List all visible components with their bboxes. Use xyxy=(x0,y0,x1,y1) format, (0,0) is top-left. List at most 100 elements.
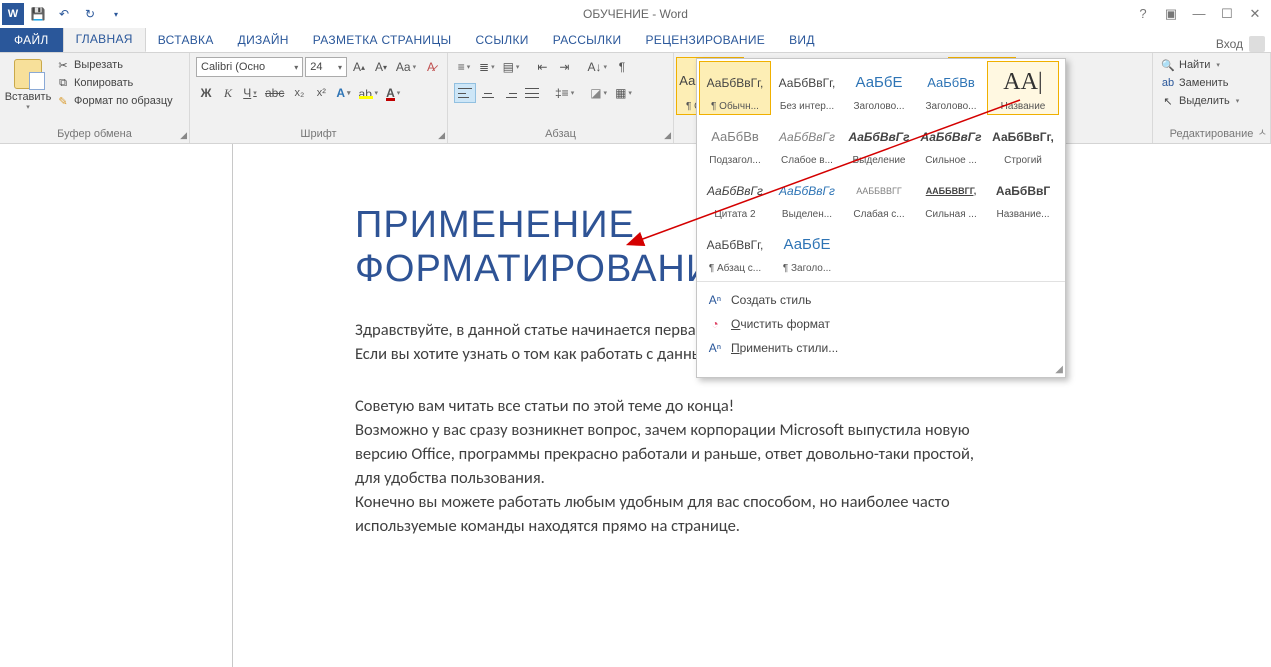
tab-view[interactable]: ВИД xyxy=(777,29,827,52)
close-icon[interactable]: ✕ xyxy=(1245,6,1265,22)
copy-button[interactable]: ⧉ Копировать xyxy=(54,75,175,91)
style-option[interactable]: ААББВВГГСлабая с... xyxy=(843,169,915,223)
collapse-ribbon-icon[interactable]: ㅅ xyxy=(1258,124,1267,139)
font-launcher-icon[interactable]: ◢ xyxy=(438,130,445,141)
clear-formatting-icon[interactable]: A̷ xyxy=(421,57,441,77)
minimize-icon[interactable]: — xyxy=(1189,6,1209,22)
style-option[interactable]: ААББВВГГ,Сильная ... xyxy=(915,169,987,223)
ribbon-tabs: ФАЙЛ ГЛАВНАЯ ВСТАВКА ДИЗАЙН РАЗМЕТКА СТР… xyxy=(0,28,1271,52)
font-color-icon[interactable]: A xyxy=(383,83,403,103)
qat-customize-icon[interactable]: ▾ xyxy=(104,2,128,26)
group-font-label: Шрифт xyxy=(196,126,441,141)
replace-icon: ab xyxy=(1161,76,1175,90)
clear-format-button[interactable]: ◔ Очистить формат xyxy=(697,312,1065,336)
increase-indent-icon[interactable]: ⇥ xyxy=(554,57,574,77)
grow-font-icon[interactable]: A▴ xyxy=(349,57,369,77)
format-painter-label: Формат по образцу xyxy=(74,95,173,107)
style-option[interactable]: АаБбВвГгЦитата 2 xyxy=(699,169,771,223)
title-bar: W 💾 ↶ ↻ ▾ ОБУЧЕНИЕ - Word ? ▣ — ☐ ✕ xyxy=(0,0,1271,28)
align-center-icon[interactable] xyxy=(478,83,498,103)
bullets-icon[interactable]: ≡ xyxy=(454,57,474,77)
subscript-icon[interactable]: x₂ xyxy=(289,83,309,103)
tab-insert[interactable]: ВСТАВКА xyxy=(146,29,226,52)
window-title: ОБУЧЕНИЕ - Word xyxy=(583,7,688,21)
underline-icon[interactable]: Ч xyxy=(240,83,260,103)
undo-icon[interactable]: ↶ xyxy=(52,2,76,26)
clipboard-launcher-icon[interactable]: ◢ xyxy=(180,130,187,141)
find-label: Найти xyxy=(1179,59,1210,71)
apply-styles-icon: Аⁿ xyxy=(707,340,723,356)
text-effects-icon[interactable]: A xyxy=(333,83,353,103)
tab-home[interactable]: ГЛАВНАЯ xyxy=(63,27,146,52)
style-option[interactable]: АаБбВвГгВыделен... xyxy=(771,169,843,223)
superscript-icon[interactable]: x² xyxy=(311,83,331,103)
tab-file[interactable]: ФАЙЛ xyxy=(0,28,63,52)
style-option[interactable]: АаБбВвГгСлабое в... xyxy=(771,115,843,169)
login-label[interactable]: Вход xyxy=(1216,37,1243,51)
font-size-combo[interactable]: 24▾ xyxy=(305,57,347,77)
scissors-icon: ✂ xyxy=(56,58,70,72)
tab-design[interactable]: ДИЗАЙН xyxy=(226,29,301,52)
tab-mailings[interactable]: РАССЫЛКИ xyxy=(541,29,634,52)
replace-button[interactable]: abЗаменить xyxy=(1159,75,1241,91)
bold-icon[interactable]: Ж xyxy=(196,83,216,103)
redo-icon[interactable]: ↻ xyxy=(78,2,102,26)
style-option[interactable]: АаБбВвГг,¶ Обычн... xyxy=(699,61,771,115)
paragraph-launcher-icon[interactable]: ◢ xyxy=(664,130,671,141)
strikethrough-icon[interactable]: abc xyxy=(262,83,287,103)
sort-icon[interactable]: A↓ xyxy=(584,57,610,77)
apply-styles-label: Применить стили... xyxy=(731,341,838,355)
cut-button[interactable]: ✂Вырезать xyxy=(54,57,175,73)
apply-styles-button[interactable]: Аⁿ Применить стили... xyxy=(697,336,1065,360)
format-painter-button[interactable]: ✎ Формат по образцу xyxy=(54,93,175,109)
user-icon[interactable] xyxy=(1249,36,1265,52)
multilevel-icon[interactable]: ▤ xyxy=(500,57,523,77)
paragraph-2[interactable]: Советую вам читать все статьи по этой те… xyxy=(355,395,975,539)
select-button[interactable]: ↖Выделить▾ xyxy=(1159,93,1241,109)
align-right-icon[interactable] xyxy=(500,83,520,103)
style-option[interactable]: АаБбЕЗаголово... xyxy=(843,61,915,115)
group-clipboard: Вставить ▾ ✂Вырезать ⧉ Копировать ✎ Формат… xyxy=(0,53,190,143)
help-icon[interactable]: ? xyxy=(1133,6,1153,22)
shading-icon[interactable]: ◪ xyxy=(587,83,610,103)
shrink-font-icon[interactable]: A▾ xyxy=(371,57,391,77)
numbering-icon[interactable]: ≣ xyxy=(476,57,498,77)
tab-references[interactable]: ССЫЛКИ xyxy=(463,29,540,52)
style-option[interactable]: АаБбВвЗаголово... xyxy=(915,61,987,115)
copy-icon: ⧉ xyxy=(56,76,70,90)
justify-icon[interactable] xyxy=(522,83,542,103)
title-line2: ФОРМАТИРОВАНИ xyxy=(355,248,714,290)
document-area[interactable]: ПРИМЕНЕНИЕ ФОРМАТИРОВАНИ Здравствуйте, в… xyxy=(0,144,1271,667)
save-icon[interactable]: 💾 xyxy=(26,2,50,26)
find-button[interactable]: 🔍Найти▾ xyxy=(1159,57,1241,73)
maximize-icon[interactable]: ☐ xyxy=(1217,6,1237,22)
brush-icon: ✎ xyxy=(56,94,70,108)
paste-button[interactable]: Вставить ▾ xyxy=(6,57,50,126)
show-marks-icon[interactable]: ¶ xyxy=(612,57,632,77)
style-option[interactable]: АаБбВвГг,¶ Абзац с... xyxy=(699,223,771,277)
style-option[interactable]: АаБбВвГгВыделение xyxy=(843,115,915,169)
create-style-button[interactable]: Аⁿ Создать стиль xyxy=(697,288,1065,312)
tab-layout[interactable]: РАЗМЕТКА СТРАНИЦЫ xyxy=(301,29,464,52)
decrease-indent-icon[interactable]: ⇤ xyxy=(532,57,552,77)
resize-grip-icon[interactable]: ◢ xyxy=(697,364,1065,377)
line-spacing-icon[interactable]: ‡≡ xyxy=(552,83,577,103)
align-left-icon[interactable] xyxy=(454,83,476,103)
italic-icon[interactable]: К xyxy=(218,83,238,103)
ribbon-display-icon[interactable]: ▣ xyxy=(1161,6,1181,22)
tab-review[interactable]: РЕЦЕНЗИРОВАНИЕ xyxy=(633,29,777,52)
copy-label: Копировать xyxy=(74,77,133,89)
style-option[interactable]: АаБбВвПодзагол... xyxy=(699,115,771,169)
style-option[interactable]: АаБбВвГг,Без интер... xyxy=(771,61,843,115)
highlight-icon[interactable]: ab xyxy=(356,83,382,103)
font-name-combo[interactable]: Calibri (Осно▾ xyxy=(196,57,303,77)
style-option[interactable]: АаБбВвГНазвание... xyxy=(987,169,1059,223)
style-option[interactable]: АаБбВвГгСильное ... xyxy=(915,115,987,169)
change-case-icon[interactable]: Aa xyxy=(393,57,419,77)
style-option[interactable]: АаБбВвГг,Строгий xyxy=(987,115,1059,169)
group-paragraph-label: Абзац xyxy=(454,126,667,141)
word-icon[interactable]: W xyxy=(2,3,24,25)
borders-icon[interactable]: ▦ xyxy=(612,83,635,103)
style-option[interactable]: АА|Название xyxy=(987,61,1059,115)
style-option[interactable]: АаБбЕ¶ Заголо... xyxy=(771,223,843,277)
